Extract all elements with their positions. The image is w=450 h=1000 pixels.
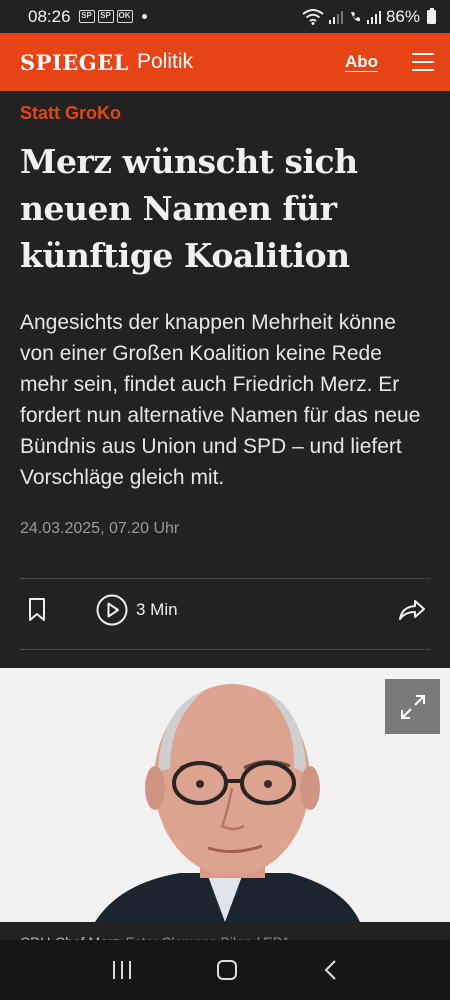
section-title[interactable]: Politik [137,50,193,74]
article-date: 24.03.2025, 07.20 Uhr [20,520,180,537]
status-bar: 08:26 SP SP OK 86% [0,0,450,33]
status-time: 08:26 [28,6,71,26]
notification-icon: OK [116,10,133,23]
system-nav-bar [0,940,450,1000]
battery-percent: 86% [385,6,420,26]
home-icon[interactable] [217,960,237,980]
expand-image-button[interactable] [385,679,440,734]
hamburger-icon[interactable] [412,53,434,71]
spiegel-logo[interactable]: SPIEGEL [20,50,129,75]
portrait-photo [0,668,450,922]
signal-icon [366,10,381,24]
signal-icon [328,10,343,24]
notification-icon: SP [78,10,95,23]
read-time: 3 Min [136,600,178,619]
bookmark-icon[interactable] [28,598,46,622]
recents-icon[interactable] [113,961,131,979]
article-kicker: Statt GroKo [20,103,121,123]
wifi-call-icon [350,11,360,21]
article-teaser: Angesichts der knappen Mehrheit könne vo… [20,311,421,489]
wifi-icon [302,8,324,25]
battery-icon [427,7,436,24]
status-right: 86% [302,7,436,27]
expand-icon [400,694,425,719]
article-header: Statt GroKo Merz wünscht sich neuen Name… [20,91,430,650]
more-notifications-dot-icon [141,14,147,19]
share-icon[interactable] [398,598,426,622]
divider [20,649,430,650]
article-image[interactable] [0,668,450,922]
notification-icon: SP [97,10,114,23]
notification-icons: SP SP OK [78,10,147,23]
play-audio-icon[interactable] [96,594,128,626]
back-icon[interactable] [323,960,337,980]
article-actions: 3 Min [20,579,430,641]
article-headline: Merz wünscht sich neuen Namen für künfti… [20,142,358,275]
app-bar: SPIEGEL Politik Abo [0,33,450,91]
abo-link[interactable]: Abo [345,52,378,72]
